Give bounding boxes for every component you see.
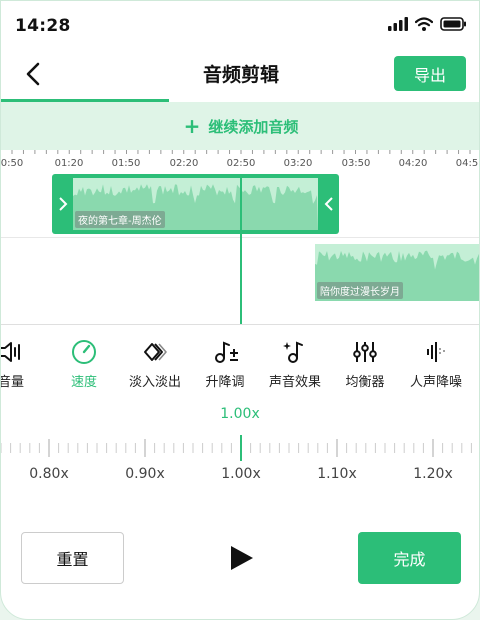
tool-label: 音量 — [0, 375, 24, 390]
export-button[interactable]: 导出 — [394, 56, 466, 91]
status-time: 14:28 — [15, 16, 71, 36]
tick-label: 02:20 — [169, 158, 199, 169]
add-audio-label: 继续添加音频 — [208, 117, 299, 136]
ruler-ticks — [11, 150, 471, 154]
tool-label: 声音效果 — [268, 375, 321, 390]
tick-label: 04:20 — [398, 158, 428, 169]
reset-button[interactable]: 重置 — [21, 532, 124, 584]
tool-sound-effect[interactable]: 声音效果 — [260, 339, 330, 390]
playhead[interactable] — [240, 174, 242, 324]
audio-clip-selected[interactable]: 夜的第七章-周杰伦 — [52, 174, 339, 234]
clip-waveform-area: 夜的第七章-周杰伦 — [73, 178, 318, 230]
tick-label: 01:50 — [111, 158, 141, 169]
speed-current-value: 1.00x — [220, 406, 260, 422]
play-icon — [231, 546, 253, 570]
tool-label: 淡入淡出 — [128, 375, 181, 390]
clip-title: 陪你度过漫长岁月 — [317, 282, 403, 299]
track-bottom-divider — [1, 324, 479, 325]
equalizer-icon — [353, 342, 377, 362]
clip-title: 夜的第七章-周杰伦 — [75, 211, 165, 228]
speed-label: 0.90x — [125, 466, 165, 482]
battery-icon — [440, 17, 466, 31]
tool-label: 升降调 — [205, 375, 245, 390]
header: 音频剪辑 导出 — [1, 49, 479, 99]
tick-label: 03:50 — [341, 158, 371, 169]
fade-icon — [144, 343, 167, 361]
speed-gauge-icon — [72, 340, 96, 364]
noise-reduction-icon — [427, 342, 445, 362]
chevron-left-icon — [324, 197, 333, 211]
tool-label: 人声降噪 — [409, 375, 462, 390]
speed-label: 1.10x — [317, 466, 357, 482]
tool-noise-reduction[interactable]: 人声降噪 — [401, 339, 471, 390]
tool-label: 均衡器 — [345, 375, 385, 390]
tool-pitch[interactable]: 升降调 — [190, 339, 260, 390]
speed-label: 0.80x — [29, 466, 69, 482]
speed-label: 1.00x — [221, 466, 261, 482]
clip-left-handle[interactable] — [52, 174, 73, 234]
tick-label: 04:5 — [455, 158, 479, 169]
tick-label: 0:50 — [0, 158, 24, 169]
add-audio-button[interactable]: + 继续添加音频 — [1, 102, 479, 150]
tool-bar: 音量 速度 淡入淡出 升降调 声音效果 均衡器 人声降噪 — [0, 339, 479, 399]
clip-right-handle[interactable] — [318, 174, 339, 234]
plus-icon: + — [183, 114, 201, 138]
tool-speed[interactable]: 速度 — [49, 339, 119, 390]
signal-icon — [388, 17, 408, 31]
volume-icon — [1, 342, 20, 362]
tool-volume[interactable]: 音量 — [0, 339, 46, 390]
speed-slider-ticks — [1, 435, 472, 461]
phone-screen: 14:28 音频剪辑 导出 + 继续添加音频 0:50 01:20 01:50 … — [0, 0, 480, 620]
speed-label: 1.20x — [413, 466, 453, 482]
speed-labels: 0.80x 0.90x 1.00x 1.10x 1.20x — [1, 466, 479, 486]
chevron-right-icon — [58, 197, 67, 211]
tick-label: 01:20 — [54, 158, 84, 169]
status-bar: 14:28 — [1, 1, 479, 49]
wifi-icon — [415, 17, 433, 31]
play-button[interactable] — [227, 544, 257, 572]
audio-clip[interactable]: 陪你度过漫长岁月 — [315, 244, 479, 301]
sound-effect-icon — [283, 341, 303, 363]
done-button[interactable]: 完成 — [358, 532, 461, 584]
status-icons — [388, 17, 467, 31]
tool-equalizer[interactable]: 均衡器 — [330, 339, 400, 390]
tick-label: 03:20 — [283, 158, 313, 169]
speed-slider[interactable] — [1, 431, 479, 465]
pitch-icon — [215, 341, 238, 363]
timeline-ruler: 0:50 01:20 01:50 02:20 02:50 03:20 03:50… — [0, 150, 479, 174]
tool-label: 速度 — [70, 375, 97, 390]
tool-fade[interactable]: 淡入淡出 — [120, 339, 190, 390]
tick-label: 02:50 — [226, 158, 256, 169]
